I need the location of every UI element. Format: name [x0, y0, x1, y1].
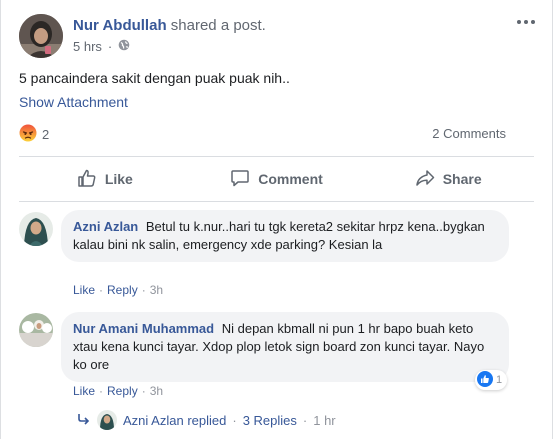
- post-header-line: Nur Abdullah shared a post.: [73, 17, 266, 34]
- commenter-avatar[interactable]: [19, 313, 53, 347]
- post-actions: Like Comment Share: [19, 157, 534, 201]
- more-dot-icon: [517, 20, 521, 24]
- more-options-button[interactable]: [514, 12, 538, 32]
- comment-actions: Like · Reply · 3h: [73, 384, 163, 398]
- like-label: Like: [104, 171, 133, 187]
- commenter-photo: [19, 212, 53, 246]
- share-button[interactable]: Share: [362, 157, 534, 201]
- post-meta: 5 hrs ·: [73, 39, 130, 54]
- comment-reply-link[interactable]: Reply: [107, 384, 138, 398]
- commenter-name[interactable]: Nur Amani Muhammad: [73, 321, 214, 336]
- dot-separator: ·: [141, 384, 146, 398]
- comment-label: Comment: [258, 171, 323, 187]
- author-name[interactable]: Nur Abdullah: [73, 17, 167, 34]
- commenter-avatar[interactable]: [19, 212, 53, 246]
- comment-time[interactable]: 3h: [150, 283, 163, 297]
- view-replies-row[interactable]: Azni Azlan replied · 3 Replies · 1 hr: [77, 410, 336, 430]
- commenter-photo: [19, 313, 53, 347]
- globe-icon[interactable]: [118, 39, 130, 54]
- reaction-summary[interactable]: 2: [19, 124, 49, 145]
- divider: [19, 201, 534, 202]
- meta-separator: ·: [107, 39, 113, 54]
- dot-separator: ·: [232, 412, 237, 428]
- like-reaction-icon: [477, 370, 493, 390]
- more-dot-icon: [531, 20, 535, 24]
- commenter-name[interactable]: Azni Azlan: [73, 219, 138, 234]
- post-action-text: shared a post.: [170, 17, 266, 34]
- post-text: 5 pancaindera sakit dengan puak puak nih…: [19, 70, 290, 86]
- dot-separator: ·: [141, 283, 146, 297]
- comment-reaction-count: 1: [496, 374, 503, 386]
- post-card: Nur Abdullah shared a post. 5 hrs · 5 pa…: [0, 0, 553, 439]
- like-button[interactable]: Like: [19, 157, 191, 201]
- angry-reaction-icon: [19, 124, 37, 145]
- replier-avatar: [97, 410, 117, 430]
- author-photo: [19, 14, 63, 58]
- share-arrow-icon: [415, 168, 435, 191]
- thumbs-up-icon: [77, 168, 97, 191]
- dot-separator: ·: [302, 412, 308, 428]
- post-time[interactable]: 5 hrs: [73, 39, 102, 54]
- dot-separator: ·: [99, 283, 104, 297]
- replies-count-link[interactable]: 3 Replies: [243, 413, 297, 428]
- comment-like-link[interactable]: Like: [73, 283, 95, 297]
- comment-reply-link[interactable]: Reply: [107, 283, 138, 297]
- author-avatar[interactable]: [19, 14, 63, 58]
- comment-bubble: Nur Amani Muhammad Ni depan kbmall ni pu…: [61, 312, 509, 382]
- comments-count-link[interactable]: 2 Comments: [432, 126, 506, 141]
- replier-name-label[interactable]: Azni Azlan replied: [123, 413, 226, 428]
- reaction-count: 2: [42, 127, 50, 142]
- reply-arrow-icon: [77, 412, 91, 429]
- share-label: Share: [442, 171, 482, 187]
- speech-bubble-icon: [230, 168, 250, 191]
- more-dot-icon: [524, 20, 528, 24]
- comment-button[interactable]: Comment: [191, 157, 363, 201]
- comment-time[interactable]: 3h: [150, 384, 163, 398]
- comment-like-link[interactable]: Like: [73, 384, 95, 398]
- dot-separator: ·: [99, 384, 104, 398]
- comment-reaction-badge[interactable]: 1: [475, 370, 508, 390]
- replies-time: 1 hr: [313, 412, 336, 428]
- show-attachment-link[interactable]: Show Attachment: [19, 94, 128, 110]
- comment-actions: Like · Reply · 3h: [73, 283, 163, 297]
- comment-bubble: Azni Azlan Betul tu k.nur..hari tu tgk k…: [61, 210, 509, 262]
